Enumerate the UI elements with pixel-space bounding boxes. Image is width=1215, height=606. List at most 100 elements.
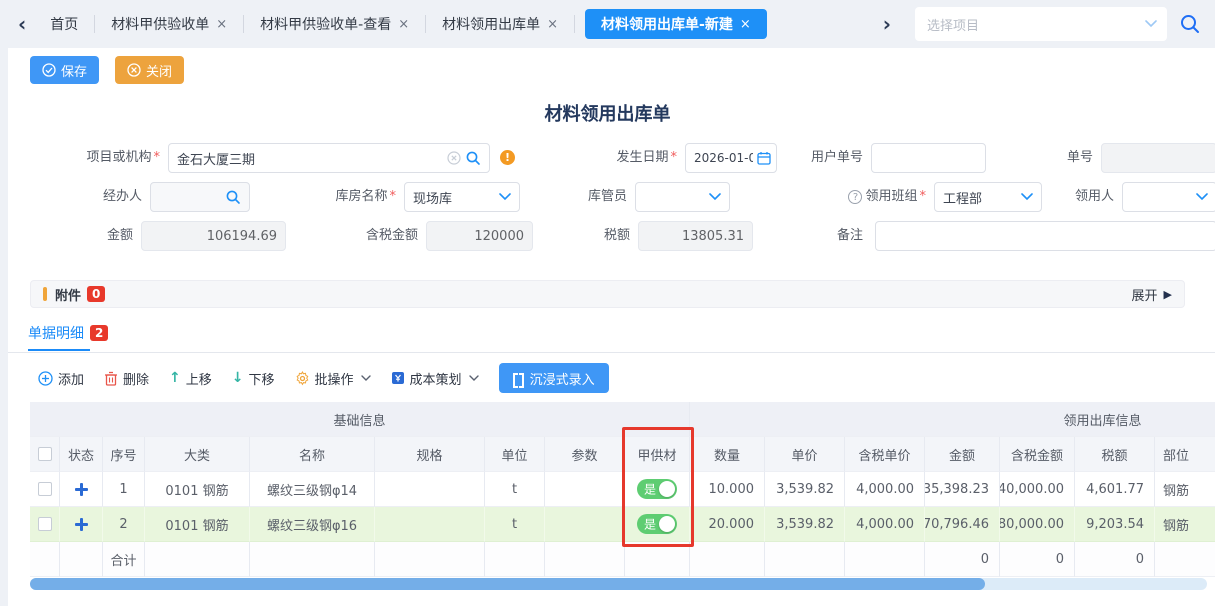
cost-planning-dropdown[interactable]: 成本策划 [391, 369, 479, 388]
cell-select [30, 472, 60, 507]
cell-amount-tax[interactable]: 40,000.00 [1000, 472, 1075, 507]
page-title: 材料领用出库单 [0, 100, 1215, 126]
close-button[interactable]: 关闭 [115, 56, 184, 84]
cell-extra[interactable]: 钢筋 [1155, 507, 1215, 542]
horizontal-scrollbar-thumb[interactable] [30, 578, 985, 590]
cell-unit[interactable]: t [485, 507, 545, 542]
grid-toolbar: 添加 删除 ↑ 上移 ↓ 下移 批操作 [38, 363, 609, 393]
info-icon[interactable]: ! [500, 150, 515, 165]
cell-empty [545, 542, 625, 577]
select-all-checkbox[interactable] [38, 447, 52, 461]
plus-circle-icon [38, 371, 53, 386]
header-status: 状态 [60, 437, 103, 472]
project-input[interactable]: 金石大厦三期 [168, 143, 490, 173]
search-icon[interactable] [225, 189, 241, 205]
owner-supplied-toggle[interactable]: 是 [637, 479, 677, 499]
chevron-down-icon [709, 193, 721, 201]
cell-param[interactable] [545, 472, 625, 507]
tab-label: 首页 [50, 14, 78, 34]
detail-count-badge: 2 [90, 325, 108, 341]
cell-name[interactable]: 螺纹三级钢φ16 [250, 507, 375, 542]
header-amount: 金额 [925, 437, 1000, 472]
add-row-button[interactable]: 添加 [38, 369, 84, 388]
add-row-label: 添加 [58, 369, 84, 388]
cell-unit[interactable]: t [485, 472, 545, 507]
plus-status-icon[interactable] [75, 518, 88, 531]
cell-amount-tax[interactable]: 80,000.00 [1000, 507, 1075, 542]
close-icon[interactable]: × [740, 17, 751, 32]
cell-category[interactable]: 0101 钢筋 [145, 507, 250, 542]
keeper-select[interactable] [635, 182, 730, 212]
immersive-entry-button[interactable]: 沉浸式录入 [499, 363, 609, 393]
cell-extra[interactable]: 钢筋 [1155, 472, 1215, 507]
save-label: 保存 [61, 61, 87, 80]
tab-detail[interactable]: 单据明细 2 [28, 323, 108, 343]
team-select[interactable]: 工程部 [934, 182, 1042, 212]
batch-actions-label: 批操作 [315, 369, 354, 388]
cell-category[interactable]: 0101 钢筋 [145, 472, 250, 507]
cell-qty[interactable]: 20.000 [690, 507, 765, 542]
close-icon[interactable]: × [398, 17, 409, 32]
cell-tax[interactable]: 9,203.54 [1075, 507, 1155, 542]
cell-price-tax[interactable]: 4,000.00 [845, 507, 925, 542]
immersive-entry-label: 沉浸式录入 [530, 369, 595, 388]
toggle-label: 是 [644, 516, 656, 533]
cell-spec[interactable] [375, 507, 485, 542]
remark-label: 备注 [800, 221, 863, 251]
tab-home[interactable]: 首页 [34, 9, 94, 39]
tab-outbound-list[interactable]: 材料领用出库单 × [426, 9, 574, 39]
batch-actions-dropdown[interactable]: 批操作 [295, 369, 371, 388]
tab-label: 材料领用出库单-新建 [601, 14, 733, 34]
clear-icon[interactable] [447, 151, 461, 165]
plus-status-icon[interactable] [75, 483, 88, 496]
cell-tax[interactable]: 4,601.77 [1075, 472, 1155, 507]
cell-amount[interactable]: 70,796.46 [925, 507, 1000, 542]
user-no-input[interactable] [871, 143, 986, 173]
warehouse-select[interactable]: 现场库 [404, 182, 520, 212]
delete-row-button[interactable]: 删除 [104, 369, 149, 388]
move-up-button[interactable]: ↑ 上移 [169, 369, 212, 388]
cell-price[interactable]: 3,539.82 [765, 472, 845, 507]
project-selector[interactable]: 选择项目 [915, 7, 1167, 41]
recipient-select[interactable] [1122, 182, 1215, 212]
doc-no-input [1101, 143, 1215, 173]
search-icon[interactable] [465, 150, 481, 166]
owner-supplied-toggle[interactable]: 是 [637, 514, 677, 534]
tab-acceptance-view[interactable]: 材料甲供验收单-查看 × [244, 9, 425, 39]
cell-price-tax[interactable]: 4,000.00 [845, 472, 925, 507]
cell-param[interactable] [545, 507, 625, 542]
cell-name[interactable]: 螺纹三级钢φ14 [250, 472, 375, 507]
chevron-down-icon [1145, 20, 1157, 28]
cell-owner-supplied: 是 [625, 507, 690, 542]
cell-spec[interactable] [375, 472, 485, 507]
close-icon[interactable]: × [216, 17, 227, 32]
attachment-bar[interactable]: 附件 0 展开 ▶ [30, 280, 1185, 308]
team-label-text: 领用班组 [865, 189, 917, 204]
search-icon[interactable] [1179, 13, 1201, 35]
handler-input[interactable] [150, 182, 250, 212]
header-name: 名称 [250, 437, 375, 472]
remark-input[interactable] [875, 221, 1215, 251]
close-icon[interactable]: × [547, 17, 558, 32]
tabs-scroll-right-icon[interactable]: › [875, 14, 899, 34]
tab-acceptance[interactable]: 材料甲供验收单 × [95, 9, 243, 39]
cell-qty[interactable]: 10.000 [690, 472, 765, 507]
move-down-button[interactable]: ↓ 下移 [232, 369, 275, 388]
row-checkbox[interactable] [38, 482, 52, 496]
cell-price[interactable]: 3,539.82 [765, 507, 845, 542]
tax-value: 13805.31 [682, 229, 744, 244]
amount-value: 106194.69 [207, 229, 277, 244]
recipient-label: 领用人 [1030, 182, 1114, 212]
help-icon[interactable]: ? [848, 190, 862, 204]
save-button[interactable]: 保存 [30, 56, 99, 84]
detail-table: 基础信息 领用出库信息 状态 序号 大类 名称 规格 单位 参数 甲供材 数量 … [30, 402, 1215, 578]
horizontal-scrollbar-track[interactable] [30, 578, 1207, 590]
cell-amount[interactable]: 35,398.23 [925, 472, 1000, 507]
tab-outbound-new-active[interactable]: 材料领用出库单-新建 × [585, 9, 767, 39]
tabs-scroll-left-icon[interactable]: ‹ [10, 14, 34, 34]
fullscreen-brackets-icon [513, 373, 524, 384]
expand-button[interactable]: 展开 ▶ [1132, 285, 1172, 304]
total-label-cell: 合计 [103, 542, 145, 577]
row-checkbox[interactable] [38, 517, 52, 531]
table-total-row: 合计 0 0 0 [30, 542, 1215, 577]
